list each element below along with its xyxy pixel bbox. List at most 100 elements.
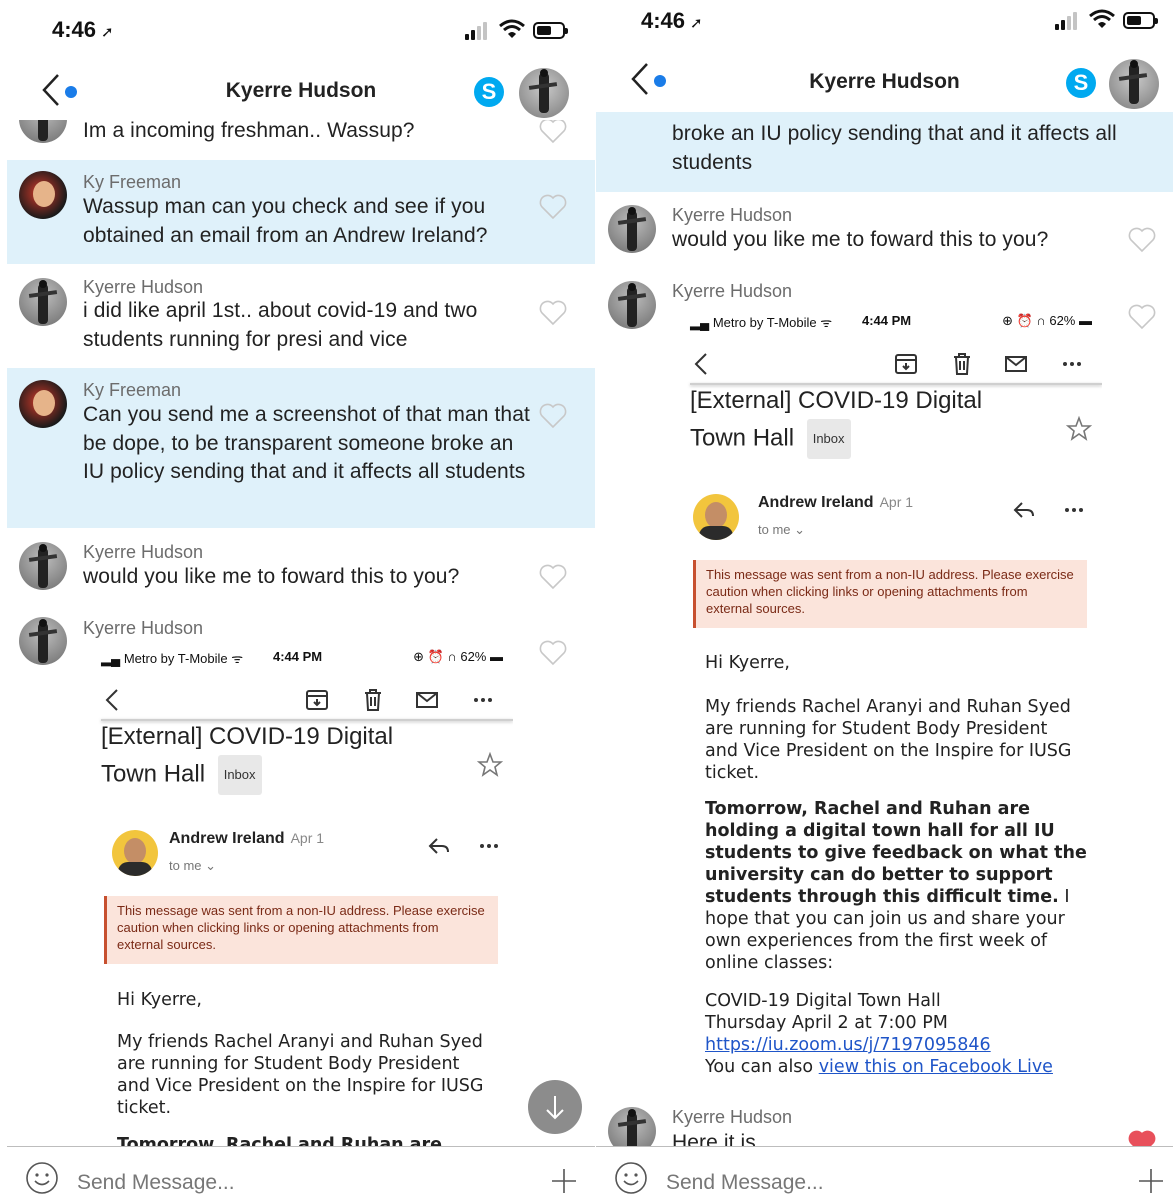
message-item[interactable]: Ky Freeman Wassup man can you check and … — [7, 160, 595, 264]
location-arrow-icon: ➚ — [101, 24, 114, 41]
message-item[interactable]: Kyerre Hudson would you like me to fowar… — [596, 192, 1173, 268]
arrow-down-icon — [546, 1096, 564, 1120]
heart-icon[interactable] — [539, 118, 567, 144]
email-paragraph: My friends Rachel Aranyi and Ruhan Syed … — [117, 1032, 484, 1118]
scroll-down-button[interactable] — [528, 1080, 582, 1134]
message-input[interactable] — [77, 1171, 477, 1194]
heart-icon[interactable] — [539, 300, 567, 326]
message-sender: Kyerre Hudson — [672, 1107, 793, 1127]
email-greeting: Hi Kyerre, — [117, 990, 202, 1010]
email-paragraph: My friends Rachel Aranyi and Ruhan Syed … — [705, 697, 1072, 783]
mail-icon — [1005, 356, 1027, 372]
avatar — [19, 542, 67, 590]
message-item[interactable]: broke an IU policy sending that and it a… — [596, 112, 1173, 192]
message-item[interactable]: Kyerre Hudson Here it is — [596, 1094, 1173, 1156]
facebook-live-link[interactable]: view this on Facebook Live — [819, 1057, 1053, 1077]
chat-panel-right: 4:46 ➚ Kyerre Hudson S broke an IU policy… — [596, 0, 1173, 1194]
email-status-time: 4:44 PM — [273, 649, 323, 664]
email-subject-line1: [External] COVID-19 Digital — [101, 723, 394, 750]
composer — [7, 1146, 595, 1194]
archive-icon — [895, 354, 917, 374]
email-subject-line1: [External] COVID-19 Digital — [690, 387, 983, 414]
message-text: would you like me to foward this to you? — [672, 228, 1049, 251]
avatar — [19, 171, 67, 219]
email-subject-line2: Town Hall — [690, 424, 795, 452]
email-subject: [External] COVID-19 Digital Town Hall In… — [101, 719, 393, 795]
status-icons — [465, 19, 568, 42]
email-screenshot[interactable]: ▂▄ Metro by T-Mobile ᯤ 4:44 PM ⊕ ⏰ ∩ 62%… — [83, 644, 513, 1164]
email-screenshot[interactable]: ▂▄ Metro by T-Mobile ᯤ 4:44 PM ⊕ ⏰ ∩ 62%… — [672, 308, 1102, 1088]
event-name: COVID-19 Digital Town Hall — [705, 991, 941, 1011]
heart-icon[interactable] — [539, 564, 567, 590]
more-icon — [474, 698, 492, 702]
message-sender: Kyerre Hudson — [83, 542, 204, 562]
email-date: Apr 1 — [290, 830, 325, 846]
email-subject-line2: Town Hall — [101, 760, 206, 788]
message-item[interactable]: Kyerre Hudson ▂▄ Metro by T-Mobile ᯤ 4:4… — [596, 268, 1173, 1094]
email-status-time: 4:44 PM — [862, 313, 912, 328]
external-warning: This message was sent from a non-IU addr… — [104, 896, 498, 964]
status-bar: 4:46 ➚ — [7, 0, 595, 60]
status-time: 4:46 ➚ — [52, 17, 114, 42]
skype-icon[interactable]: S — [1066, 68, 1096, 98]
message-sender: Kyerre Hudson — [83, 277, 204, 297]
plus-icon[interactable] — [550, 1167, 578, 1194]
email-sender-name: Andrew Ireland Apr 1 — [169, 830, 325, 847]
external-warning: This message was sent from a non-IU addr… — [693, 560, 1087, 628]
heart-icon[interactable] — [539, 194, 567, 220]
location-arrow-icon: ➚ — [690, 15, 703, 32]
emoji-icon[interactable] — [25, 1161, 59, 1194]
archive-icon — [306, 690, 328, 710]
emoji-icon[interactable] — [614, 1161, 648, 1194]
message-input[interactable] — [666, 1171, 1066, 1194]
contact-avatar[interactable] — [1109, 59, 1159, 109]
wifi-icon — [499, 19, 525, 38]
avatar — [608, 281, 656, 329]
chat-header: Kyerre Hudson S — [7, 60, 595, 120]
star-icon — [1066, 416, 1092, 441]
zoom-link[interactable]: https://iu.zoom.us/j/7197095846 — [705, 1035, 991, 1055]
email-sender-avatar — [112, 830, 158, 876]
star-icon — [477, 752, 503, 777]
message-item[interactable]: Kyerre Hudson ▂▄ Metro by T-Mobile ᯤ 4:4… — [7, 604, 595, 1164]
also-prefix: You can also — [705, 1057, 819, 1077]
avatar — [19, 278, 67, 326]
back-arrow-icon — [105, 689, 118, 711]
heart-icon[interactable] — [539, 640, 567, 666]
status-bar: 4:46 ➚ — [596, 0, 1173, 50]
wifi-icon — [1089, 9, 1115, 28]
heart-icon[interactable] — [1128, 304, 1156, 330]
more-icon — [1063, 362, 1081, 366]
signal-icon — [465, 22, 491, 40]
more-icon — [1065, 508, 1083, 512]
message-sender: Kyerre Hudson — [672, 281, 793, 301]
message-item[interactable]: Ky Freeman Can you send me a screenshot … — [7, 368, 595, 528]
reply-icon — [428, 838, 449, 854]
inbox-badge: Inbox — [806, 419, 851, 459]
contact-avatar[interactable] — [519, 68, 569, 118]
avatar — [19, 617, 67, 665]
plus-icon[interactable] — [1137, 1167, 1165, 1194]
heart-icon[interactable] — [539, 403, 567, 429]
message-item[interactable]: Kyerre Hudson i did like april 1st.. abo… — [7, 264, 595, 368]
email-status-bar: ▂▄ Metro by T-Mobile ᯤ 4:44 PM ⊕ ⏰ ∩ 62%… — [83, 644, 513, 670]
more-icon — [480, 844, 498, 848]
heart-icon[interactable] — [1128, 227, 1156, 253]
skype-icon[interactable]: S — [474, 77, 504, 107]
carrier-label: ▂▄ Metro by T-Mobile ᯤ — [101, 651, 244, 666]
email-sender-name: Andrew Ireland Apr 1 — [758, 494, 914, 511]
battery-icon — [533, 22, 568, 39]
avatar — [19, 380, 67, 428]
message-sender: Ky Freeman — [83, 172, 182, 192]
avatar — [608, 205, 656, 253]
chat-panel-left: 4:46 ➚ Kyerre Hudson S Im a incoming fres… — [7, 0, 595, 1194]
email-divider — [101, 719, 513, 721]
message-text: Im a incoming freshman.. Wassup? — [83, 119, 415, 142]
email-status-bar: ▂▄ Metro by T-Mobile ᯤ 4:44 PM ⊕ ⏰ ∩ 62%… — [672, 308, 1102, 334]
signal-icon — [1055, 12, 1081, 30]
email-subject: [External] COVID-19 Digital Town Hall In… — [690, 383, 982, 459]
message-item[interactable]: Kyerre Hudson would you like me to fowar… — [7, 528, 595, 604]
message-sender: Kyerre Hudson — [672, 205, 793, 225]
email-date: Apr 1 — [879, 494, 914, 510]
message-sender: Ky Freeman — [83, 380, 182, 400]
